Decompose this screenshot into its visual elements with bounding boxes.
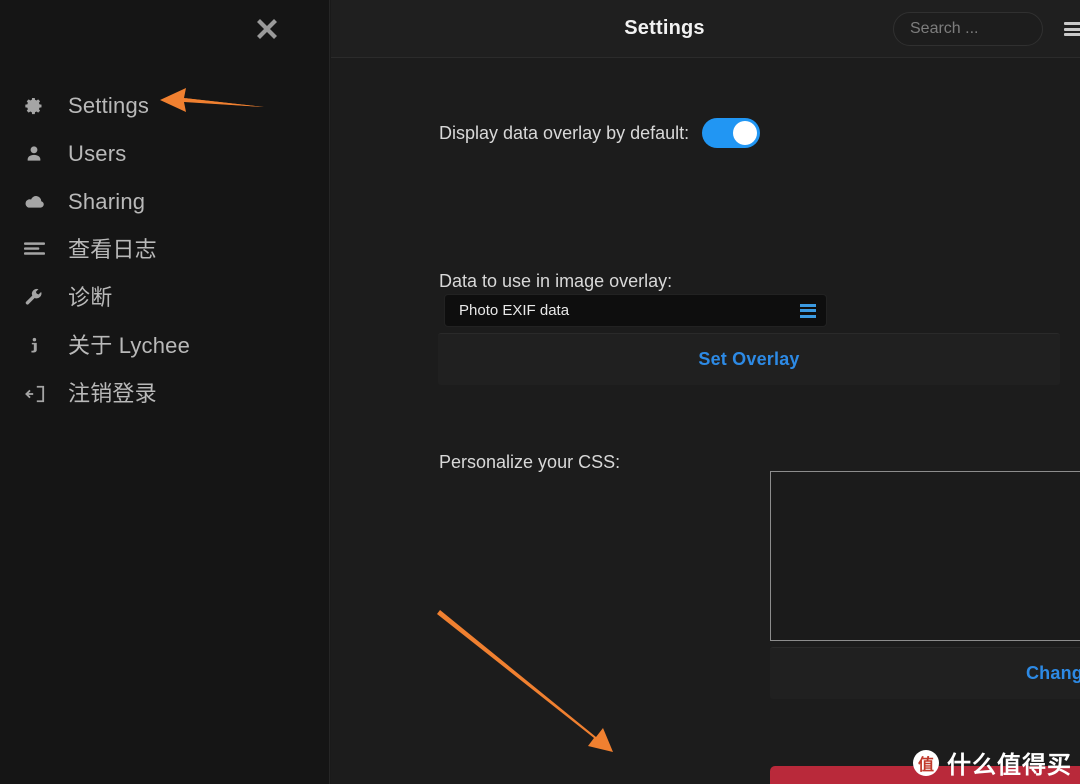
overlay-toggle-row: Display data overlay by default: xyxy=(439,118,761,148)
sidebar-item-sharing[interactable]: Sharing xyxy=(0,178,329,226)
pane-header: Settings xyxy=(331,0,1080,58)
sidebar-item-about[interactable]: 关于 Lychee xyxy=(0,322,329,370)
change-css-label: Change CSS xyxy=(1025,663,1080,683)
sidebar-item-label: 查看日志 xyxy=(68,237,157,262)
sidebar-item-label: Sharing xyxy=(68,189,146,214)
gear-icon xyxy=(24,96,54,116)
sidebar: Settings Users Sharing 查看日志 诊断 关于 Lychee… xyxy=(0,0,330,784)
sidebar-item-label: Users xyxy=(68,141,127,166)
set-overlay-label: Set Overlay xyxy=(698,349,800,369)
search-input[interactable] xyxy=(893,12,1043,46)
settings-pane: Settings Display data overlay by default… xyxy=(331,0,1080,784)
info-icon xyxy=(24,336,54,356)
user-icon xyxy=(24,144,54,164)
change-css-button[interactable]: Change CSS xyxy=(770,647,1080,699)
overlay-data-label: Data to use in image overlay: xyxy=(439,271,673,291)
list-lines-icon xyxy=(24,241,54,259)
overlay-toggle-label: Display data overlay by default: xyxy=(439,123,690,143)
toggle-knob xyxy=(733,121,758,145)
personalize-css-label: Personalize your CSS: xyxy=(439,452,621,472)
hamburger-menu-icon[interactable] xyxy=(1064,22,1080,36)
sidebar-item-label: Settings xyxy=(68,93,150,118)
sidebar-item-label: 注销登录 xyxy=(68,381,157,406)
settings-content: Display data overlay by default: Data to… xyxy=(331,58,1080,784)
sidebar-item-logout[interactable]: 注销登录 xyxy=(0,370,329,418)
wrench-icon xyxy=(24,288,54,308)
sidebar-item-logs[interactable]: 查看日志 xyxy=(0,226,329,274)
settings-screen: Settings Users Sharing 查看日志 诊断 关于 Lychee… xyxy=(0,0,1080,784)
sidebar-item-diagnostics[interactable]: 诊断 xyxy=(0,274,329,322)
watermark-text: 什么值得买 xyxy=(947,751,1072,779)
cloud-icon xyxy=(24,192,54,212)
watermark-logo: 值 xyxy=(913,749,939,776)
sidebar-item-label: 关于 Lychee xyxy=(68,333,191,358)
sidebar-item-users[interactable]: Users xyxy=(0,130,329,178)
set-overlay-button[interactable]: Set Overlay xyxy=(438,333,1060,385)
watermark: 值 什么值得买 xyxy=(913,745,1072,780)
css-textarea[interactable] xyxy=(770,471,1080,641)
overlay-data-select[interactable]: Photo EXIF data xyxy=(444,294,827,327)
sidebar-nav: Settings Users Sharing 查看日志 诊断 关于 Lychee… xyxy=(0,82,329,418)
sidebar-item-settings[interactable]: Settings xyxy=(0,82,329,130)
list-icon xyxy=(800,303,816,318)
display-overlay-toggle[interactable] xyxy=(702,118,761,148)
sidebar-item-label: 诊断 xyxy=(68,285,113,310)
sign-out-icon xyxy=(24,384,54,404)
overlay-select-value: Photo EXIF data xyxy=(459,302,570,319)
